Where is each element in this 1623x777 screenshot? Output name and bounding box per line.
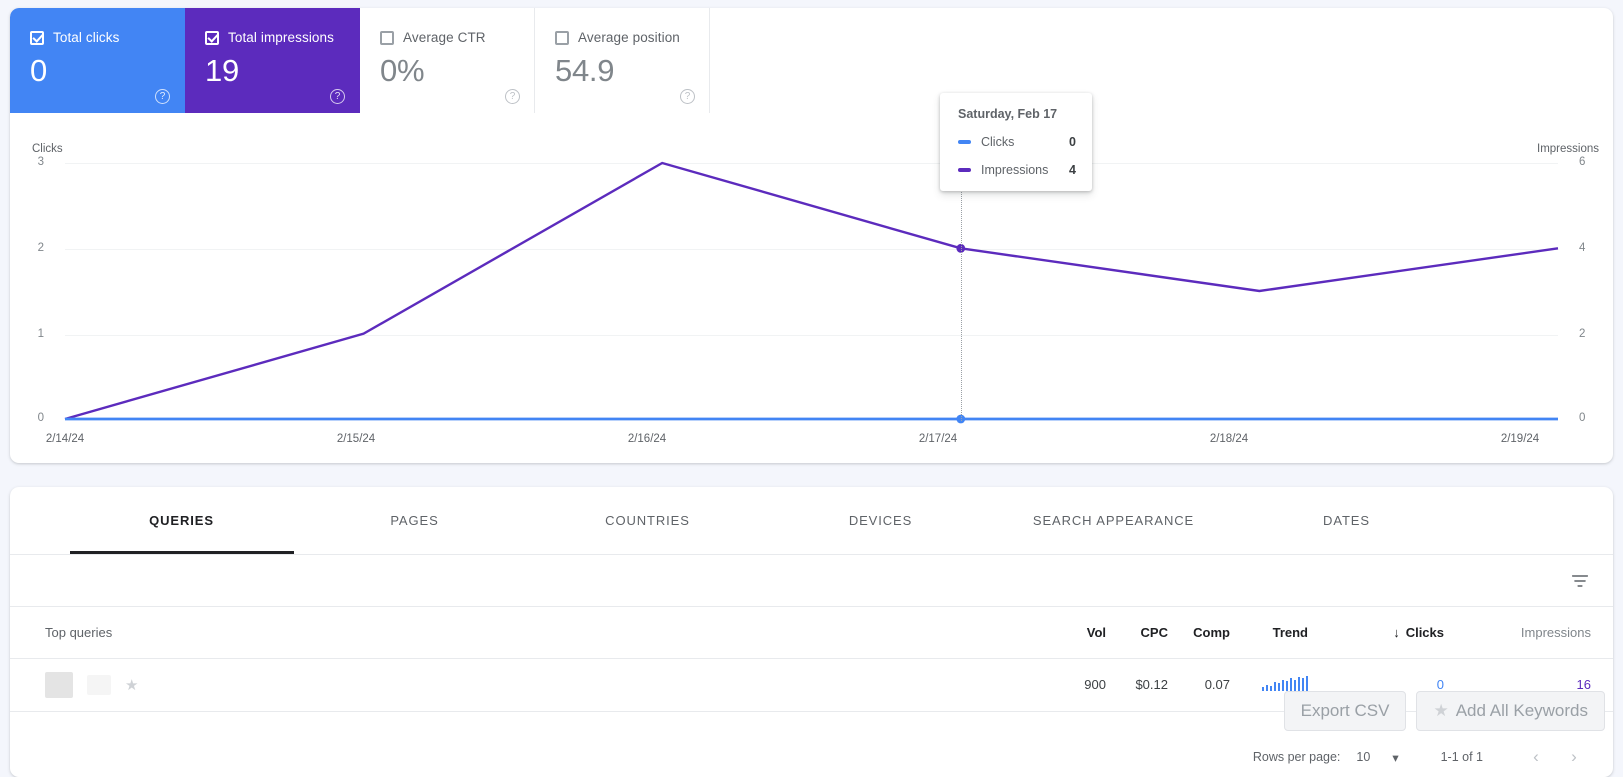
metric-card-total-clicks[interactable]: Total clicks 0 ? <box>10 8 185 113</box>
tab-label: SEARCH APPEARANCE <box>1032 513 1195 528</box>
rows-per-page-value: 10 <box>1356 750 1371 764</box>
metric-cards: Total clicks 0 ? Total impressions 19 ? … <box>10 8 710 113</box>
clicks-swatch-icon <box>958 140 971 144</box>
column-header-clicks-label: Clicks <box>1405 624 1444 640</box>
trend-sparkline-icon <box>1261 675 1308 691</box>
clicks-hover-point <box>956 414 966 424</box>
column-header-trend[interactable]: Trend <box>1238 607 1316 659</box>
metric-label: Average CTR <box>403 30 486 45</box>
tooltip-series-value: 4 <box>1069 163 1076 177</box>
performance-chart-card: Total clicks 0 ? Total impressions 19 ? … <box>10 8 1613 463</box>
tab-queries[interactable]: QUERIES <box>65 487 298 554</box>
tab-dates[interactable]: DATES <box>1230 487 1463 554</box>
x-axis-tick: 2/14/24 <box>45 433 85 445</box>
dimension-tabs: QUERIES PAGES COUNTRIES DEVICES SEARCH A… <box>10 487 1613 555</box>
tooltip-title: Saturday, Feb 17 <box>958 107 1058 121</box>
column-header-vol[interactable]: Vol <box>1052 607 1114 659</box>
column-header-cpc[interactable]: CPC <box>1114 607 1176 659</box>
metric-header: Average position <box>555 30 709 45</box>
tab-label: PAGES <box>390 513 439 528</box>
cell-query: ★ <box>10 658 1052 712</box>
page-range: 1-1 of 1 <box>1440 750 1483 764</box>
tooltip-row-clicks: Clicks 0 <box>958 135 1076 149</box>
add-all-keywords-label: Add All Keywords <box>1455 701 1588 720</box>
column-header-impressions[interactable]: Impressions <box>1466 607 1613 659</box>
rows-per-page-label: Rows per page: <box>1252 750 1341 764</box>
next-page-button[interactable]: › <box>1555 747 1593 767</box>
metric-value: 0 <box>30 53 47 88</box>
x-axis-tick: 2/17/24 <box>918 433 958 445</box>
previous-page-button[interactable]: ‹ <box>1517 747 1555 767</box>
tooltip-series-name: Clicks <box>981 135 1015 149</box>
cell-comp: 0.07 <box>1176 658 1238 712</box>
tab-label: DEVICES <box>848 513 913 528</box>
help-icon[interactable]: ? <box>505 89 520 104</box>
rows-per-page-select[interactable]: 10 ▾ <box>1356 750 1398 765</box>
chart-tooltip: Saturday, Feb 17 Clicks 0 Impressions 4 <box>940 93 1092 191</box>
favicon-placeholder <box>45 671 73 698</box>
metric-header: Total clicks <box>30 30 184 45</box>
x-axis-tick: 2/18/24 <box>1209 433 1249 445</box>
metric-value: 0% <box>380 53 425 88</box>
column-header-top-queries: Top queries <box>10 607 1052 659</box>
help-icon[interactable]: ? <box>330 89 345 104</box>
dimension-table-card: QUERIES PAGES COUNTRIES DEVICES SEARCH A… <box>10 487 1613 777</box>
tooltip-series-name: Impressions <box>981 163 1049 177</box>
metric-value: 54.9 <box>555 53 615 88</box>
metric-label: Total impressions <box>228 30 334 45</box>
chart-plot-area[interactable]: Clicks Impressions 3 2 1 0 6 4 2 0 2/14/… <box>10 93 1613 463</box>
x-axis-tick: 2/16/24 <box>627 433 667 445</box>
chart-series-svg <box>64 161 1559 424</box>
table-toolbar <box>10 555 1613 607</box>
tab-pages[interactable]: PAGES <box>298 487 531 554</box>
tab-label: COUNTRIES <box>605 513 690 528</box>
metric-card-total-impressions[interactable]: Total impressions 19 ? <box>185 8 360 113</box>
column-header-clicks[interactable]: ↓ Clicks <box>1316 607 1466 659</box>
star-icon: ★ <box>1433 701 1449 720</box>
checkbox-total-clicks[interactable] <box>30 30 44 45</box>
tab-devices[interactable]: DEVICES <box>764 487 997 554</box>
table-head: Top queries Vol CPC Comp Trend ↓ Clicks I… <box>10 607 1613 659</box>
x-axis-tick: 2/15/24 <box>336 433 376 445</box>
cell-vol: 900 <box>1052 658 1114 712</box>
tooltip-series-value: 0 <box>1069 135 1076 149</box>
help-icon[interactable]: ? <box>155 89 170 104</box>
metric-value: 19 <box>205 53 239 88</box>
metric-header: Total impressions <box>205 30 359 45</box>
checkbox-total-impressions[interactable] <box>205 30 219 45</box>
star-icon[interactable]: ★ <box>125 676 138 694</box>
tab-search-appearance[interactable]: SEARCH APPEARANCE <box>997 487 1230 554</box>
tooltip-row-impressions: Impressions 4 <box>958 163 1076 177</box>
add-all-keywords-button[interactable]: ★ Add All Keywords <box>1416 691 1605 731</box>
help-icon[interactable]: ? <box>680 89 695 104</box>
metric-header: Average CTR <box>380 30 534 45</box>
tab-countries[interactable]: COUNTRIES <box>531 487 764 554</box>
impressions-line <box>64 161 1559 421</box>
cell-cpc: $0.12 <box>1114 658 1176 712</box>
export-csv-button[interactable]: Export CSV <box>1283 691 1407 731</box>
query-text-placeholder <box>87 674 111 695</box>
floating-action-buttons: Export CSV ★ Add All Keywords <box>1283 691 1605 731</box>
column-header-comp[interactable]: Comp <box>1176 607 1238 659</box>
metric-label: Total clicks <box>53 30 120 45</box>
sort-descending-icon: ↓ <box>1393 624 1400 640</box>
impressions-hover-point <box>956 243 966 253</box>
x-axis-tick: 2/19/24 <box>1500 433 1540 445</box>
checkbox-average-ctr[interactable] <box>380 30 394 45</box>
metric-card-average-ctr[interactable]: Average CTR 0% ? <box>360 8 535 113</box>
metric-label: Average position <box>578 30 680 45</box>
tab-label: DATES <box>1323 513 1370 528</box>
filter-icon[interactable] <box>1569 570 1591 592</box>
pagination: Rows per page: 10 ▾ 1-1 of 1 ‹ › <box>1253 737 1593 777</box>
redacted-query: ★ <box>45 671 1044 698</box>
metric-card-average-position[interactable]: Average position 54.9 ? <box>535 8 710 113</box>
chevron-down-icon: ▾ <box>1392 750 1399 765</box>
tab-label: QUERIES <box>149 513 214 528</box>
table-header-row: Top queries Vol CPC Comp Trend ↓ Clicks I… <box>10 607 1613 659</box>
impressions-swatch-icon <box>958 168 971 172</box>
checkbox-average-position[interactable] <box>555 30 569 45</box>
